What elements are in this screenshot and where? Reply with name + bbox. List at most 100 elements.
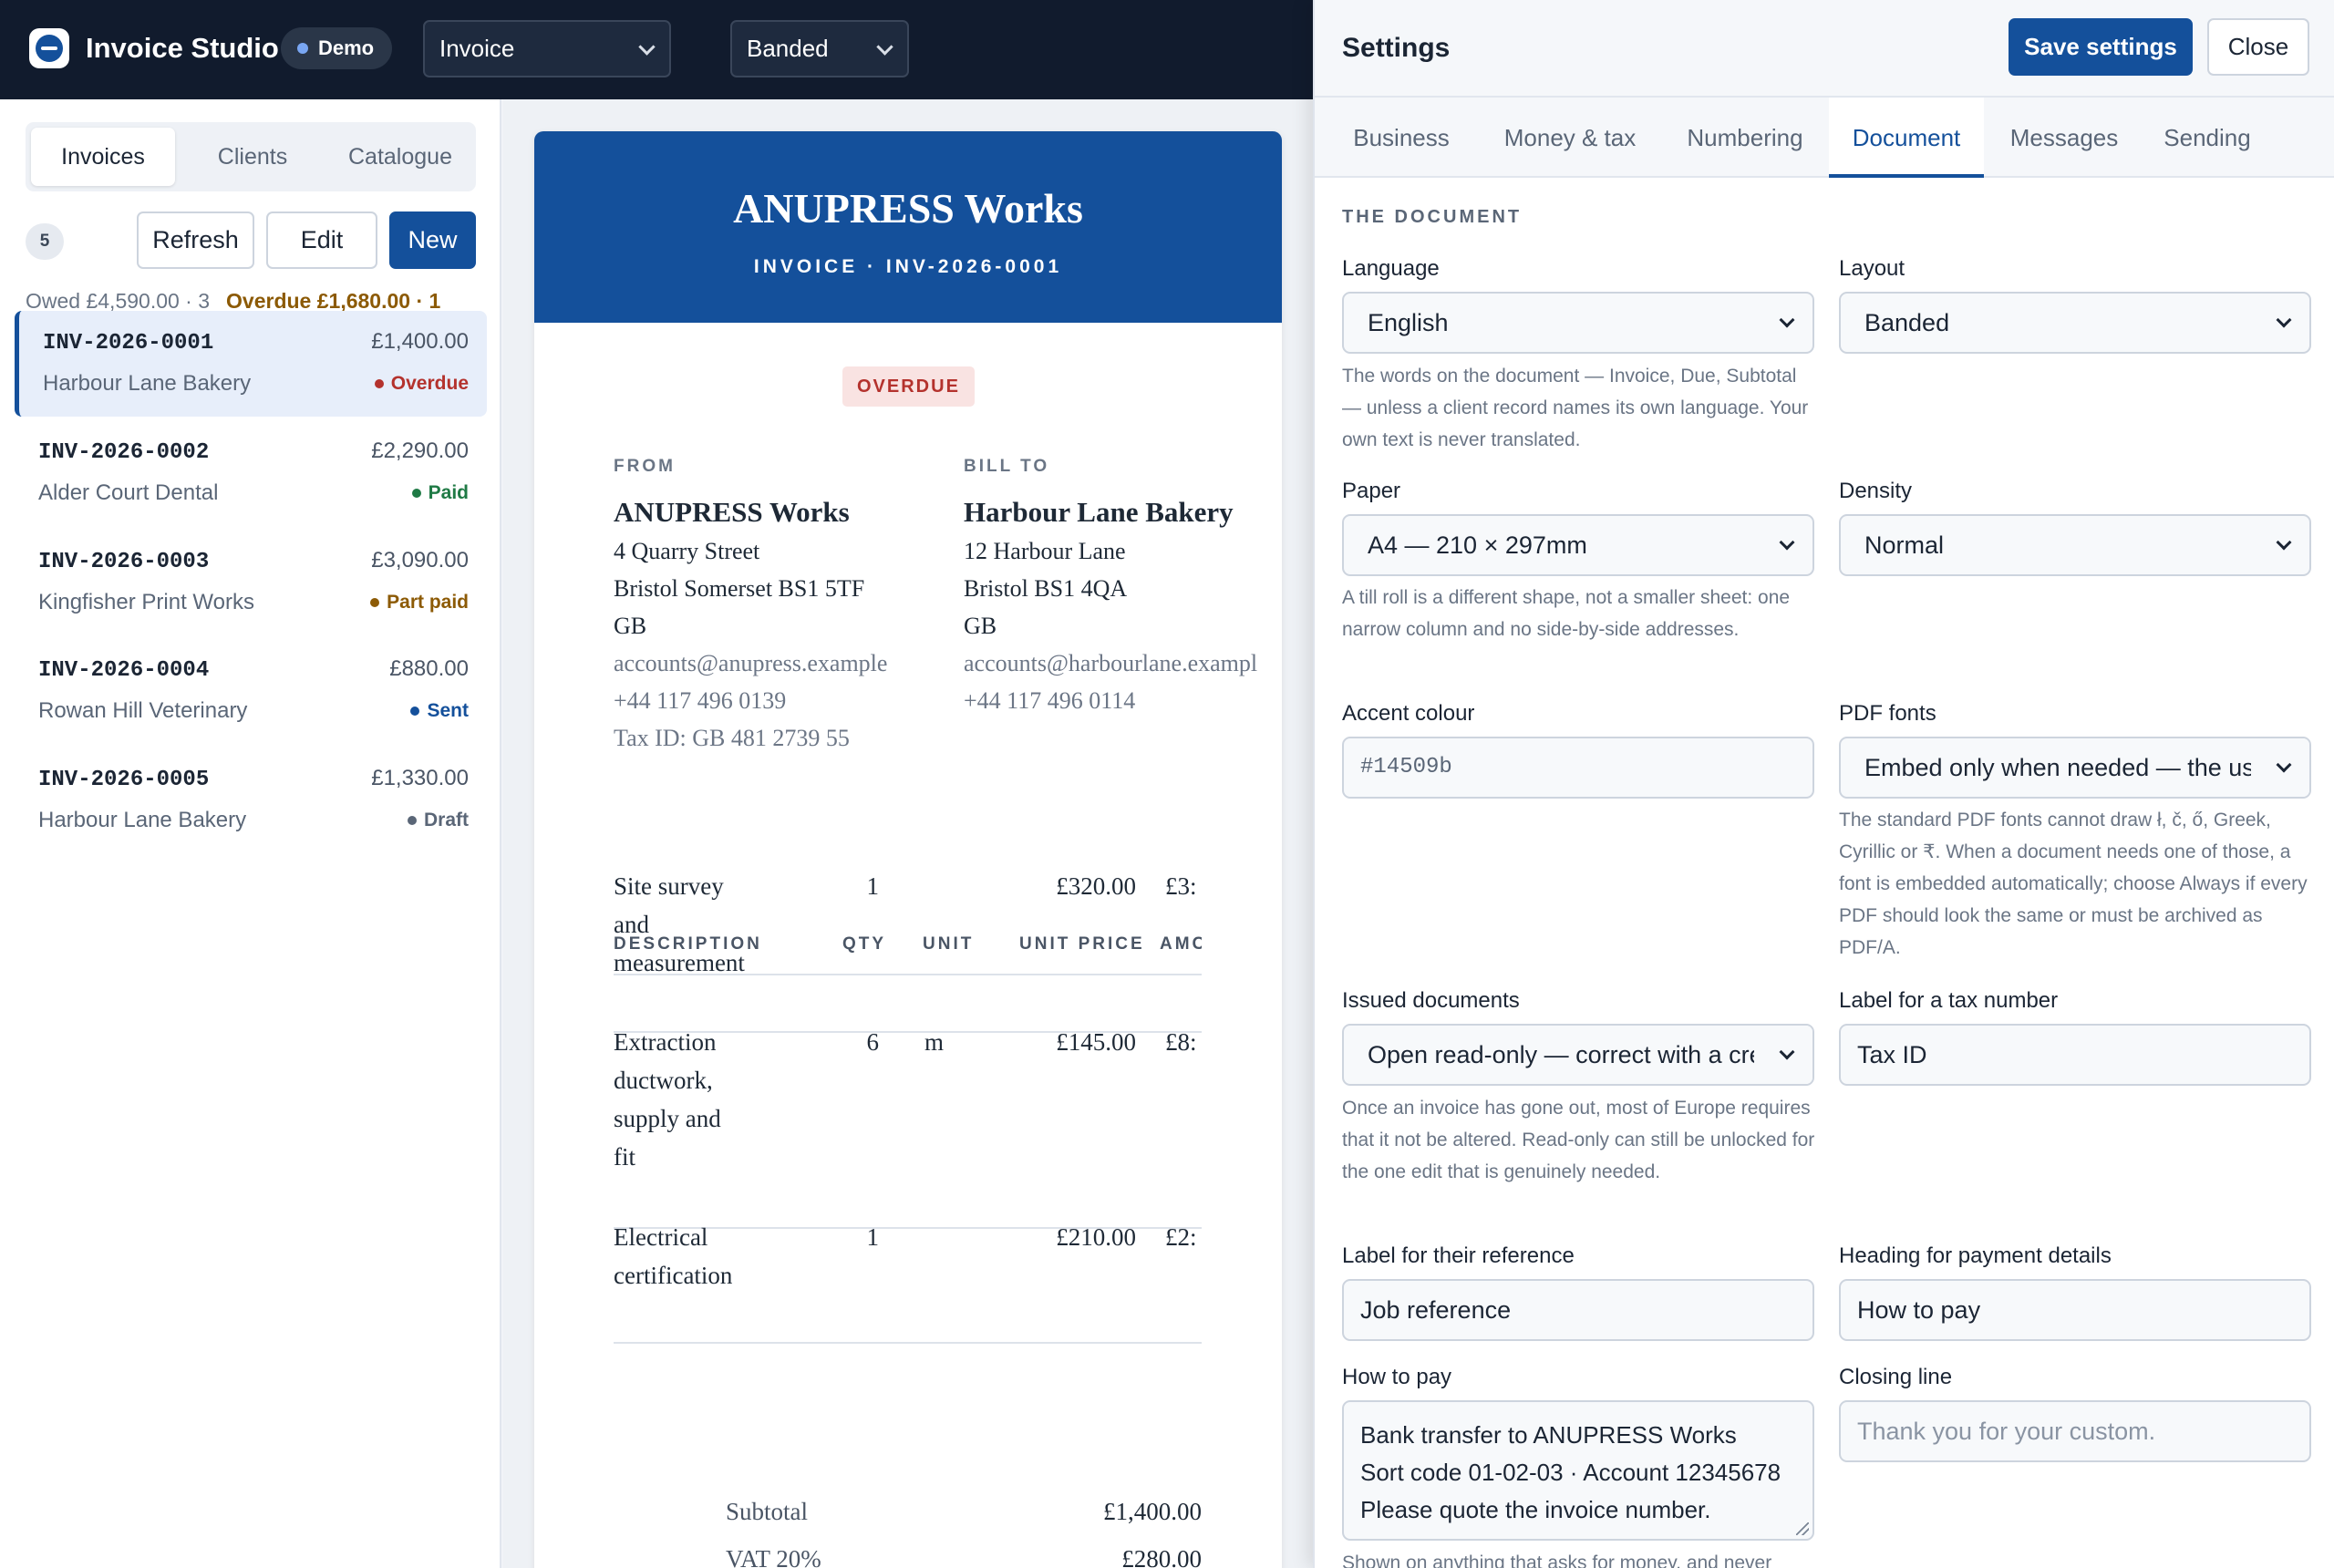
invoice-row[interactable]: INV-2026-0003 £3,090.00 Kingfisher Print W… [15, 530, 487, 635]
payment-heading-label: Heading for payment details [1839, 1243, 2112, 1268]
from-address-line: Bristol Somerset BS1 5TF [614, 575, 865, 602]
paper-select[interactable]: A4 — 210 × 297mm [1342, 514, 1814, 576]
layout-select[interactable]: Banded [730, 20, 909, 77]
list-tabs: Invoices Clients Catalogue [26, 122, 476, 191]
tab-invoices[interactable]: Invoices [31, 128, 175, 186]
edit-button[interactable]: Edit [266, 211, 377, 269]
document-type-select[interactable]: Invoice [423, 20, 671, 77]
tax-number-label-input[interactable]: Tax ID [1839, 1024, 2311, 1086]
payment-heading-input[interactable]: How to pay [1839, 1279, 2311, 1341]
status-dot-icon [410, 707, 420, 716]
tab-catalogue[interactable]: Catalogue [330, 128, 470, 186]
tab-messages[interactable]: Messages [1993, 98, 2135, 178]
accent-colour-label: Accent colour [1342, 701, 1475, 726]
vat-value: £280.00 [1121, 1545, 1202, 1568]
document-banner: ANUPRESS Works INVOICE · INV-2026-0001 [534, 131, 1282, 323]
tab-document[interactable]: Document [1829, 98, 1984, 178]
closing-line-input[interactable]: Thank you for your custom. [1839, 1400, 2311, 1462]
invoice-row[interactable]: INV-2026-0004 £880.00 Rowan Hill Veterinar… [15, 638, 487, 744]
document-subtitle: INVOICE · INV-2026-0001 [753, 256, 1063, 277]
chevron-down-icon [1779, 312, 1795, 328]
line-qty: 1 [866, 872, 880, 900]
layout-label: Layout [1839, 256, 1905, 281]
invoice-client: Rowan Hill Veterinary [38, 698, 248, 723]
demo-dot-icon [297, 43, 308, 54]
language-help: The words on the document — Invoice, Due… [1342, 366, 1809, 450]
settings-tabs: Business Money & tax Numbering Document … [1315, 98, 2334, 178]
demo-badge-label: Demo [318, 36, 375, 59]
demo-badge: Demo [281, 27, 393, 69]
line-amount: £2: [1165, 1223, 1197, 1251]
invoice-row[interactable]: INV-2026-0001 £1,400.00 Harbour Lane Baker… [15, 311, 487, 417]
invoice-amount: £880.00 [389, 656, 469, 681]
chevron-down-icon [1779, 534, 1795, 551]
tab-business[interactable]: Business [1333, 98, 1470, 178]
resize-handle-icon[interactable] [1796, 1522, 1809, 1535]
invoice-count-badge: 5 [26, 223, 64, 260]
bill-to-address-line: Bristol BS1 4QA [964, 575, 1128, 602]
close-button[interactable]: Close [2207, 18, 2309, 76]
status-label: Paid [428, 482, 469, 503]
chevron-down-icon [876, 38, 893, 56]
issued-documents-value: Open read-only — correct with a cre [1368, 1041, 1763, 1068]
tab-clients[interactable]: Clients [181, 128, 325, 186]
line-unit-price: £320.00 [1056, 872, 1136, 900]
invoice-number: INV-2026-0004 [38, 658, 210, 683]
their-reference-input[interactable]: Job reference [1342, 1279, 1814, 1341]
new-invoice-button[interactable]: New [389, 211, 476, 269]
bill-to-phone: +44 117 496 0114 [964, 687, 1136, 714]
line-amount: £8: [1165, 1028, 1197, 1056]
invoice-amount: £1,400.00 [371, 329, 469, 354]
tab-numbering[interactable]: Numbering [1672, 98, 1818, 178]
issued-documents-select[interactable]: Open read-only — correct with a cre [1342, 1024, 1814, 1086]
line-unit-price: £210.00 [1056, 1223, 1136, 1251]
invoice-row[interactable]: INV-2026-0005 £1,330.00 Harbour Lane Baker… [15, 748, 487, 853]
density-value: Normal [1864, 531, 1945, 559]
accent-colour-input[interactable]: #14509b [1342, 737, 1814, 799]
from-phone: +44 117 496 0139 [614, 687, 787, 714]
density-select[interactable]: Normal [1839, 514, 2311, 576]
line-qty: 1 [866, 1223, 880, 1251]
settings-panel: Settings Save settings Close Business Mo… [1313, 0, 2334, 1568]
from-address-line: GB [614, 613, 647, 639]
paper-help: A till roll is a different shape, not a … [1342, 587, 1791, 640]
status-dot-icon [370, 598, 380, 607]
status-badge: Paid [411, 482, 469, 504]
status-label: Part paid [387, 592, 469, 613]
document-business-name: ANUPRESS Works [733, 185, 1083, 232]
from-block: ANUPRESS Works 4 Quarry Street Bristol S… [614, 492, 887, 757]
invoice-amount: £1,330.00 [371, 766, 469, 790]
status-label: Sent [427, 700, 469, 721]
status-badge: Sent [410, 700, 469, 722]
invoice-amount: £3,090.00 [371, 548, 469, 573]
invoice-row[interactable]: INV-2026-0002 £2,290.00 Alder Court Dental… [15, 420, 487, 526]
density-label: Density [1839, 479, 1913, 503]
language-select[interactable]: English [1342, 292, 1814, 354]
line-qty: 6 [866, 1028, 880, 1056]
tab-money-tax[interactable]: Money & tax [1481, 98, 1659, 178]
refresh-button[interactable]: Refresh [137, 211, 254, 269]
from-label: FROM [614, 457, 676, 476]
status-badge: Draft [407, 810, 469, 831]
pdf-fonts-help: The standard PDF fonts cannot draw ł, č,… [1839, 810, 2308, 958]
invoice-number: INV-2026-0003 [38, 550, 210, 574]
language-label: Language [1342, 256, 1440, 281]
invoice-list-panel: Invoices Clients Catalogue 5 Refresh Edi… [0, 99, 501, 1568]
bill-to-address-line: GB [964, 613, 997, 639]
status-dot-icon [407, 816, 417, 825]
from-address-line: 4 Quarry Street [614, 538, 760, 564]
line-description: Electrical certification [614, 1223, 733, 1289]
section-heading: THE DOCUMENT [1342, 207, 1523, 227]
tab-sending[interactable]: Sending [2146, 98, 2268, 178]
how-to-pay-textarea[interactable]: Bank transfer to ANUPRESS Works Sort cod… [1342, 1400, 1814, 1541]
pdf-fonts-select[interactable]: Embed only when needed — the usu [1839, 737, 2311, 799]
bill-to-address-line: 12 Harbour Lane [964, 538, 1126, 564]
vat-label: VAT 20% [726, 1545, 821, 1568]
save-settings-button[interactable]: Save settings [2009, 18, 2193, 76]
layout-setting-select[interactable]: Banded [1839, 292, 2311, 354]
column-header-qty: QTY [842, 934, 887, 954]
chevron-down-icon [2276, 534, 2292, 551]
tax-number-label: Label for a tax number [1839, 988, 2059, 1013]
line-amount: £3: [1165, 872, 1197, 900]
pdf-fonts-label: PDF fonts [1839, 701, 1936, 726]
